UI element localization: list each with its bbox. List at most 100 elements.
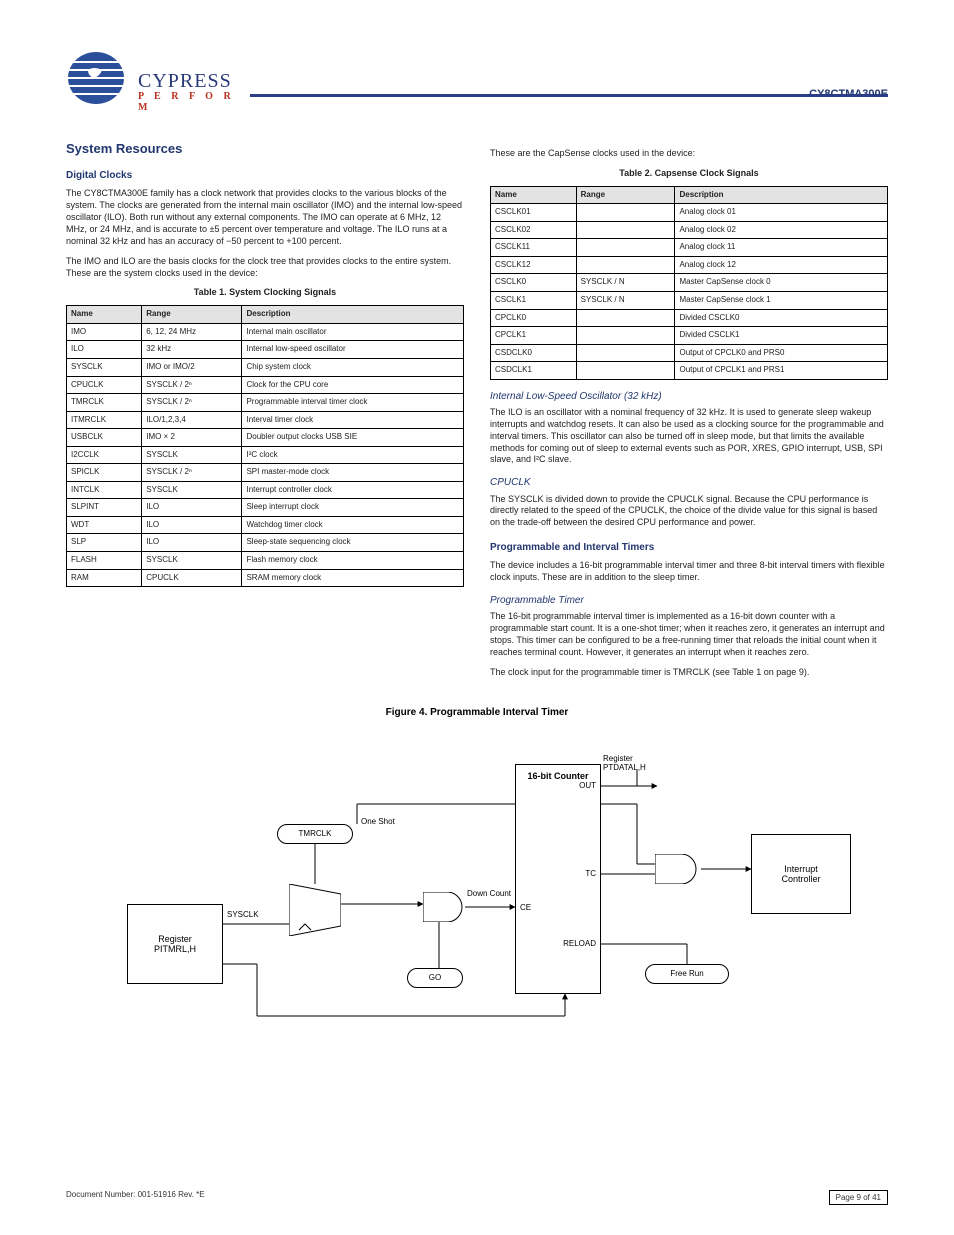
th-desc: Description [242,306,464,324]
table-cell [576,239,675,257]
table-cell: CSDCLK0 [491,344,577,362]
para-pt-1: The 16-bit programmable interval timer i… [490,611,888,659]
node-freerun: Free Run [645,964,729,984]
table-cell: Analog clock 01 [675,204,888,222]
table-cell: Internal low-speed oscillator [242,341,464,359]
part-number: CY8CTMA300E [809,88,888,106]
figure-4: Figure 4. Programmable Interval Timer [66,707,888,1042]
table-cell [576,204,675,222]
heading-digital-clocks: Digital Clocks [66,169,464,182]
table-row: FLASHSYSCLKFlash memory clock [67,552,464,570]
block-16bit-counter: 16-bit Counter OUT CE RELOAD TC [515,764,601,994]
table-row: TMRCLKSYSCLK / 2ⁿProgrammable interval t… [67,394,464,412]
table-cell: ILO [67,341,142,359]
table-cell: INTCLK [67,481,142,499]
para-table2-intro: These are the CapSense clocks used in th… [490,148,888,160]
label-downcount: Down Count [467,889,511,898]
table-cell: Master CapSense clock 1 [675,292,888,310]
para-prog-timers: The device includes a 16-bit programmabl… [490,560,888,584]
port-tc: TC [585,869,596,878]
port-out: OUT [579,781,596,790]
heading-system-resources: System Resources [66,140,464,157]
table-capsense-clocks: Name Range Description CSCLK01Analog clo… [490,186,888,380]
table-cell: 6, 12, 24 MHz [142,323,242,341]
table-cell: ITMRCLK [67,411,142,429]
table-system-clocks: Name Range Description IMO6, 12, 24 MHzI… [66,305,464,587]
table-cell: RAM [67,569,142,587]
footer-docnum: Document Number: 001-51916 Rev. *E [66,1190,205,1205]
table-cell: Master CapSense clock 0 [675,274,888,292]
label-oneshot: One Shot [361,817,395,826]
table-cell: Interval timer clock [242,411,464,429]
table-cell: ILO/1,2,3,4 [142,411,242,429]
table-row: CSCLK12Analog clock 12 [491,256,888,274]
node-go: GO [407,968,463,988]
table-cell: CSCLK12 [491,256,577,274]
para-cpuclk: The SYSCLK is divided down to provide th… [490,494,888,530]
table-row: CSDCLK1 Output of CPCLK1 and PRS1 [491,362,888,380]
table-row: CSCLK02Analog clock 02 [491,221,888,239]
table-cell: SLP [67,534,142,552]
table-cell: USBCLK [67,429,142,447]
table-cell: SYSCLK [142,446,242,464]
para-pt-2: The clock input for the programmable tim… [490,667,888,679]
table-cell: CPUCLK [142,569,242,587]
table-cell: Sleep interrupt clock [242,499,464,517]
th-range: Range [142,306,242,324]
brand-logo: CYPRESS P E R F O R M [66,50,242,106]
table-cell: 32 kHz [142,341,242,359]
table-cell: Output of CPCLK1 and PRS1 [675,362,888,380]
table-cell: CSCLK0 [491,274,577,292]
table-cell: Sleep-state sequencing clock [242,534,464,552]
table-cell: SYSCLK [142,481,242,499]
table-cell [576,256,675,274]
table-cell: SYSCLK [67,358,142,376]
table-row: CSCLK01Analog clock 01 [491,204,888,222]
table-cell: SYSCLK [142,552,242,570]
table-row: ILO32 kHzInternal low-speed oscillator [67,341,464,359]
table-cell: FLASH [67,552,142,570]
table-cell: Interrupt controller clock [242,481,464,499]
brand-name: CYPRESS [138,70,242,93]
table-cell: CSDCLK1 [491,362,577,380]
table2-caption: Table 2. Capsense Clock Signals [490,168,888,180]
table-row: SYSCLKIMO or IMO/2Chip system clock [67,358,464,376]
table-row: IMO6, 12, 24 MHzInternal main oscillator [67,323,464,341]
table-cell: SPI master-mode clock [242,464,464,482]
table-cell: WDT [67,516,142,534]
table-row: WDTILOWatchdog timer clock [67,516,464,534]
table-row: CSCLK0SYSCLK / NMaster CapSense clock 0 [491,274,888,292]
table-cell: SPICLK [67,464,142,482]
gate-and-clock [423,892,465,922]
heading-cpuclk: CPUCLK [490,476,888,489]
table-cell: CSCLK02 [491,221,577,239]
table-cell: Chip system clock [242,358,464,376]
table-row: SPICLKSYSCLK / 2ⁿSPI master-mode clock [67,464,464,482]
table-cell: Programmable interval timer clock [242,394,464,412]
table-cell [576,344,675,362]
table-cell: SRAM memory clock [242,569,464,587]
label-counter-title: 16-bit Counter [516,771,600,781]
table-row: ITMRCLKILO/1,2,3,4Interval timer clock [67,411,464,429]
table-cell [576,221,675,239]
table-cell: IMO [67,323,142,341]
page-header: CYPRESS P E R F O R M CY8CTMA300E [66,50,888,106]
th-range: Range [576,186,675,204]
label-sysclk: SYSCLK [227,910,259,919]
table-cell: Analog clock 11 [675,239,888,257]
port-ce: CE [520,903,531,912]
table-cell: TMRCLK [67,394,142,412]
table-cell: CSCLK1 [491,292,577,310]
table-row: I2CCLKSYSCLKI²C clock [67,446,464,464]
block-register-pitmrl: Register PITMRL,H [127,904,223,984]
table-row: CPCLK0Divided CSCLK0 [491,309,888,327]
table-cell: Divided CSCLK1 [675,327,888,345]
table-cell: I²C clock [242,446,464,464]
table-cell: ILO [142,499,242,517]
left-column: System Resources Digital Clocks The CY8C… [66,130,464,687]
table-row: CSCLK11Analog clock 11 [491,239,888,257]
para-ilo: The ILO is an oscillator with a nominal … [490,407,888,466]
table-cell: SYSCLK / N [576,292,675,310]
table-row: USBCLKIMO × 2Doubler output clocks USB S… [67,429,464,447]
th-desc: Description [675,186,888,204]
